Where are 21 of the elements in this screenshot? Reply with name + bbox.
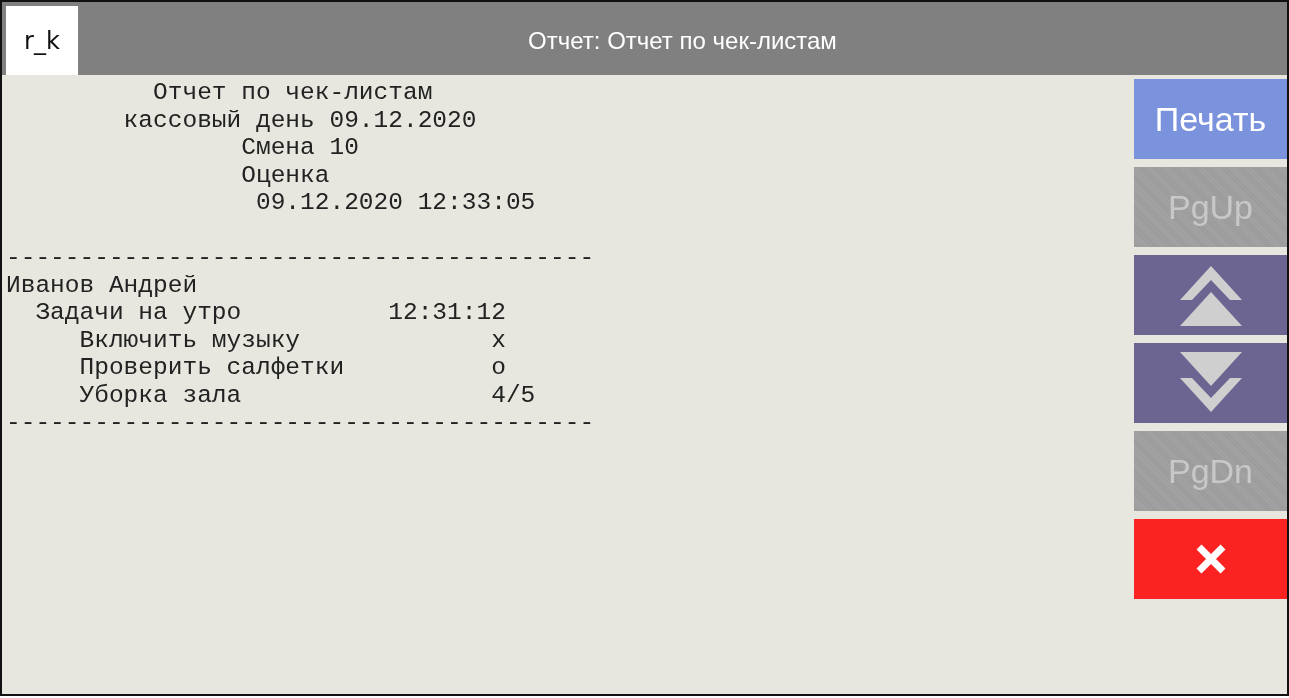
report-line: 09.12.2020 12:33:05 — [254, 189, 537, 217]
report-line: Иванов Андрей — [6, 271, 199, 299]
report-line: Смена 10 — [240, 134, 360, 162]
double-up-icon — [1179, 264, 1242, 326]
report-line: ---------------------------------------- — [6, 409, 596, 437]
report-line: Проверить салфетки o — [78, 354, 507, 382]
close-button[interactable] — [1134, 519, 1287, 599]
close-icon — [1194, 543, 1227, 575]
logo: r_k — [6, 6, 78, 75]
report-line: Отчет по чек-листам — [152, 79, 434, 107]
window-title: Отчет: Отчет по чек-листам — [527, 25, 838, 56]
double-down-icon — [1179, 352, 1242, 414]
report-line: Оценка — [240, 161, 331, 189]
print-button[interactable]: Печать — [1134, 79, 1287, 159]
scroll-up-button[interactable] — [1134, 255, 1287, 335]
report-line: ---------------------------------------- — [6, 244, 596, 272]
report-line: кассовый день 09.12.2020 — [122, 106, 478, 134]
report-line: Включить музыку x — [78, 326, 507, 354]
report-line: Задачи на утро 12:31:12 — [34, 299, 507, 327]
report-line: Уборка зала 4/5 — [78, 381, 537, 409]
scroll-down-button[interactable] — [1134, 343, 1287, 423]
